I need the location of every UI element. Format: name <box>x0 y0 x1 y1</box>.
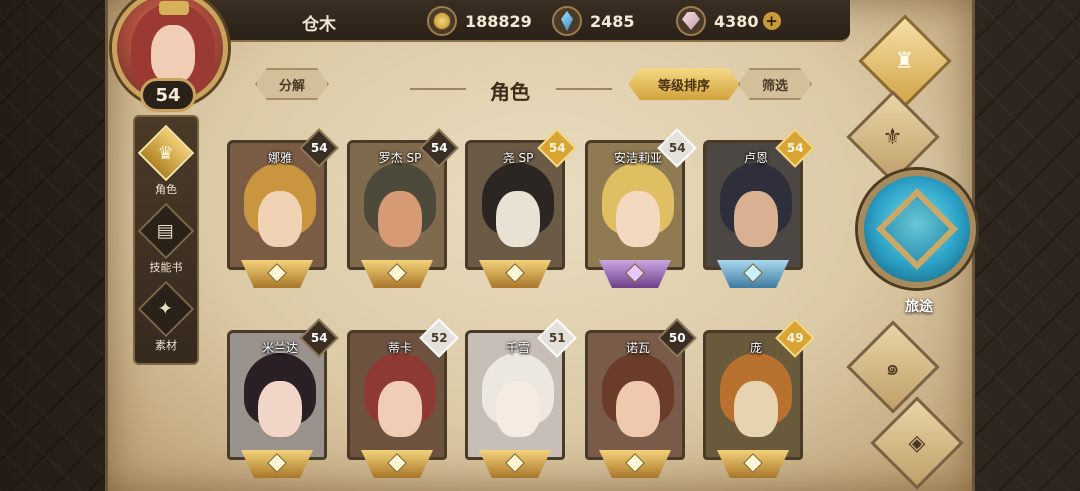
player-name: 仓木 <box>302 15 336 35</box>
journey-emblem-icon <box>875 187 959 271</box>
gem-resource: 4380 + <box>676 5 781 37</box>
character-level: 49 <box>786 330 804 345</box>
nav-label: 角色 <box>155 183 177 196</box>
character-card[interactable]: 米兰达 54 <box>227 318 339 480</box>
market-gem-icon: ◈ <box>908 430 926 456</box>
add-gem-button[interactable]: + <box>762 12 781 30</box>
rarity-crest-icon <box>241 260 313 288</box>
rarity-crest-icon <box>717 260 789 288</box>
title-flourish-right <box>556 88 612 90</box>
material-wings-icon: ✦ <box>158 298 174 320</box>
nav-label: 技能书 <box>149 261 183 274</box>
character-level: 54 <box>548 140 566 155</box>
nav-soul-book[interactable]: ♜ 魂册 <box>858 14 952 108</box>
character-card[interactable]: 蒂卡 52 <box>347 318 459 480</box>
nav-soul-infuse[interactable]: ๑ 赋魂 <box>846 320 940 414</box>
gold-coin-icon <box>427 6 457 36</box>
gold-value: 188829 <box>465 11 532 31</box>
character-card[interactable]: 罗杰 SP 54 <box>347 128 459 290</box>
rarity-crest-icon <box>361 450 433 478</box>
nav-market[interactable]: ◈ 市集 <box>870 396 964 490</box>
rarity-crest-icon <box>479 260 551 288</box>
guild-icon: ⚜ <box>883 124 903 150</box>
nav-guild[interactable]: ⚜ 公会 <box>846 90 940 184</box>
character-level: 54 <box>310 330 328 345</box>
character-card[interactable]: 卢恩 54 <box>703 128 815 290</box>
page-title: 角色 <box>490 80 530 104</box>
crystal-resource: 2485 <box>552 5 635 37</box>
character-level: 54 <box>786 140 804 155</box>
filter-button[interactable]: 筛选 <box>738 68 812 100</box>
character-card[interactable]: 庞 49 <box>703 318 815 480</box>
pink-gem-icon <box>676 6 706 36</box>
rarity-crest-icon <box>479 450 551 478</box>
character-level: 54 <box>310 140 328 155</box>
soul-swirl-icon: ๑ <box>886 355 900 381</box>
rarity-crest-icon <box>361 260 433 288</box>
blue-crystal-icon <box>552 6 582 36</box>
character-card[interactable]: 诺瓦 50 <box>585 318 697 480</box>
journey-label: 旅途 <box>905 299 933 315</box>
character-level: 54 <box>668 140 686 155</box>
character-level: 50 <box>668 330 686 345</box>
character-card[interactable]: 安洁莉亚 54 <box>585 128 697 290</box>
rarity-crest-icon <box>241 450 313 478</box>
left-category-nav: ♛ 角色 ▤ 技能书 ✦ 素材 <box>133 115 199 365</box>
character-card[interactable]: 尧 SP 54 <box>465 128 577 290</box>
character-card[interactable]: 千雪 51 <box>465 318 577 480</box>
nav-item-materials[interactable]: ✦ 素材 <box>137 280 195 353</box>
character-level: 54 <box>430 140 448 155</box>
soul-book-icon: ♜ <box>895 48 915 74</box>
skill-book-icon: ▤ <box>157 220 175 242</box>
journey-button[interactable] <box>858 170 976 288</box>
decompose-button[interactable]: 分解 <box>255 68 329 100</box>
nav-item-characters[interactable]: ♛ 角色 <box>137 124 195 197</box>
level-sort-button[interactable]: 等级排序 <box>628 68 740 100</box>
title-flourish-left <box>410 88 466 90</box>
rarity-crest-icon <box>717 450 789 478</box>
rarity-crest-icon <box>599 450 671 478</box>
character-crest-icon: ♛ <box>157 142 175 164</box>
character-card[interactable]: 娜雅 54 <box>227 128 339 290</box>
crystal-value: 2485 <box>590 11 635 31</box>
player-level-badge: 54 <box>140 78 196 112</box>
gem-value: 4380 <box>714 11 759 31</box>
nav-label: 素材 <box>155 339 177 352</box>
gold-resource: 188829 <box>427 5 532 37</box>
nav-item-skill-books[interactable]: ▤ 技能书 <box>137 202 195 275</box>
rarity-crest-icon <box>599 260 671 288</box>
character-level: 52 <box>430 330 448 345</box>
character-level: 51 <box>548 330 566 345</box>
